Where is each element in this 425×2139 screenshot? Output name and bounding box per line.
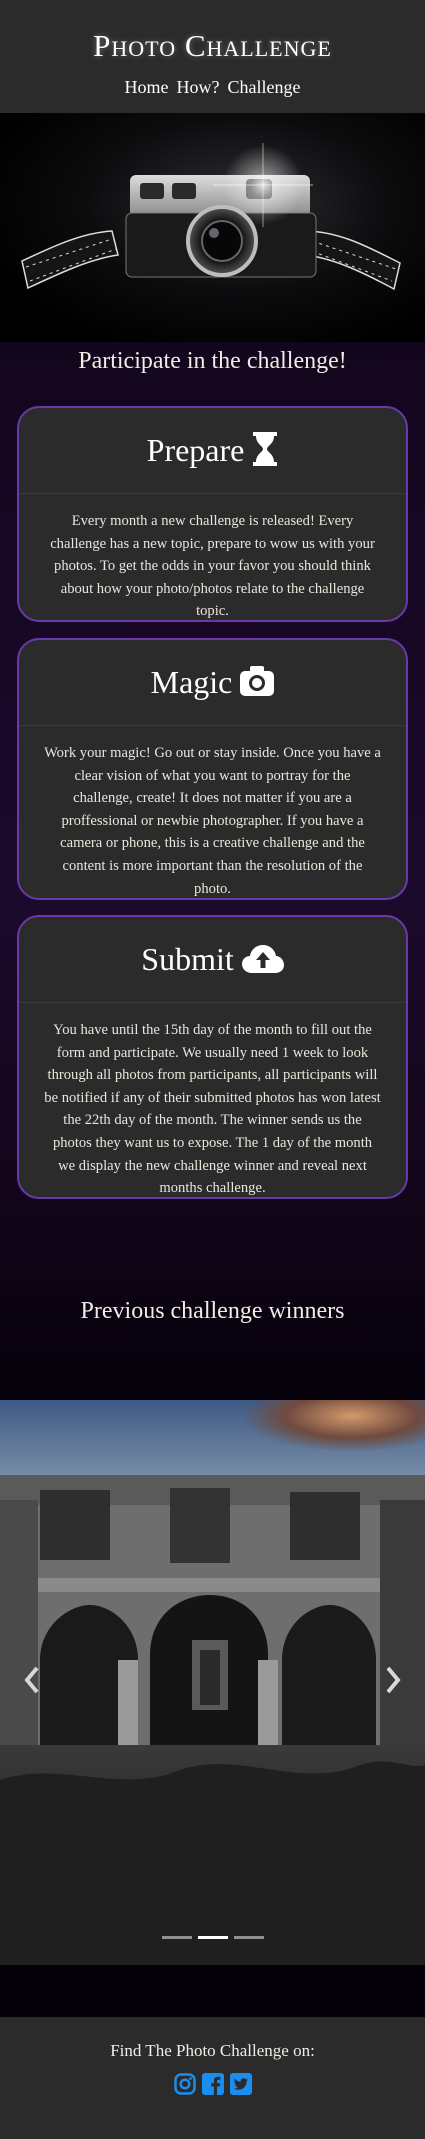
twitter-icon <box>229 2073 252 2095</box>
card-title: Magic <box>150 664 233 700</box>
card-title: Prepare <box>146 432 245 468</box>
hourglass-icon <box>252 431 278 470</box>
site-title: Photo Challenge <box>93 28 332 63</box>
hero-camera-image <box>0 113 425 342</box>
prepare-card: Prepare Every month a new challenge is r… <box>17 406 408 622</box>
card-text: Work your magic! Go out or stay inside. … <box>44 745 381 897</box>
site-footer: Find The Photo Challenge on: <box>0 2017 425 2139</box>
carousel-indicators <box>0 1936 425 1939</box>
facebook-link[interactable] <box>201 2073 224 2095</box>
chevron-left-icon <box>24 1666 39 1694</box>
participate-heading: Participate in the challenge! <box>78 348 347 374</box>
instagram-link[interactable] <box>173 2073 196 2095</box>
main-nav: Home How? Challenge <box>0 77 425 98</box>
card-title: Submit <box>141 941 234 977</box>
footer-text: Find The Photo Challenge on: <box>110 2041 315 2060</box>
magic-card: Magic Work your magic! Go out or stay in… <box>17 638 408 900</box>
nav-home[interactable]: Home <box>125 77 169 98</box>
card-text: You have until the 15th day of the month… <box>44 1022 381 1197</box>
card-header: Submit <box>19 917 406 1003</box>
carousel-prev-button[interactable] <box>20 1662 44 1698</box>
site-header: Photo Challenge Home How? Challenge <box>0 0 425 113</box>
nav-challenge[interactable]: Challenge <box>228 77 301 98</box>
submit-card: Submit You have until the 15th day of th… <box>17 915 408 1199</box>
camera-icon <box>240 665 275 700</box>
facebook-icon <box>201 2073 224 2095</box>
carousel-indicator[interactable] <box>161 1936 192 1939</box>
social-links <box>0 2073 425 2095</box>
card-text: Every month a new challenge is released!… <box>50 513 375 620</box>
camera-illustration <box>21 143 401 291</box>
chevron-right-icon <box>386 1666 401 1694</box>
previous-winners-heading: Previous challenge winners <box>80 1298 345 1324</box>
instagram-icon <box>173 2073 196 2095</box>
card-header: Prepare <box>19 408 406 494</box>
carousel-indicator-active[interactable] <box>197 1936 228 1939</box>
twitter-link[interactable] <box>229 2073 252 2095</box>
cloud-upload-icon <box>241 943 284 977</box>
winners-carousel <box>0 1400 425 1965</box>
card-header: Magic <box>19 640 406 726</box>
carousel-indicator[interactable] <box>233 1936 264 1939</box>
carousel-next-button[interactable] <box>381 1662 405 1698</box>
nav-how[interactable]: How? <box>177 77 220 98</box>
carousel-slide-image <box>0 1400 425 1965</box>
